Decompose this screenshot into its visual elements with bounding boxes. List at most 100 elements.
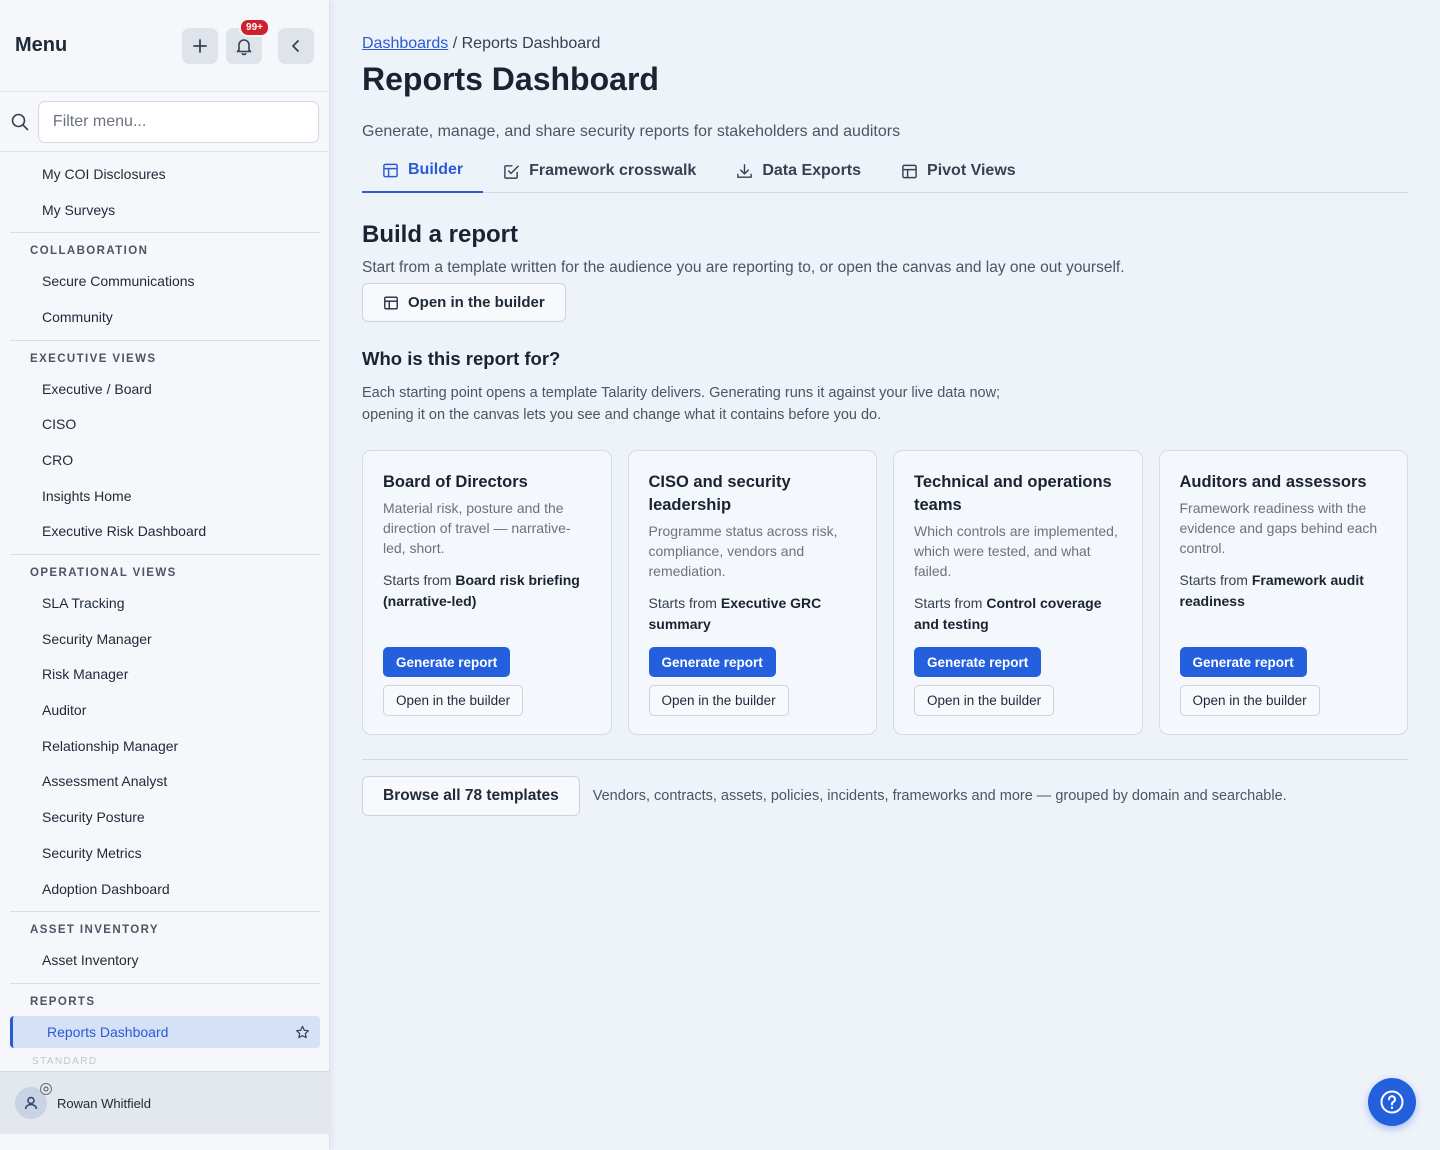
nav-section-standard: STANDARD: [32, 1056, 98, 1068]
tab-bar: Builder Framework crosswalk Data Exports…: [362, 149, 1408, 193]
download-icon: [737, 163, 753, 178]
card-actions: Generate report Open in the builder: [1179, 647, 1320, 716]
generate-report-button[interactable]: Generate report: [383, 647, 511, 677]
starts-from-label: Starts from: [383, 572, 456, 588]
nav-section-asset-inventory: ASSET INVENTORY: [10, 911, 320, 942]
collapse-sidebar-button[interactable]: [278, 27, 314, 64]
starts-from-label: Starts from: [914, 595, 987, 611]
card-description: Material risk, posture and the direction…: [383, 500, 571, 556]
card-starting-template: Starts from Board risk briefing (narrati…: [383, 570, 591, 612]
sidebar-item-insights-home[interactable]: Insights Home: [0, 478, 330, 514]
sidebar-item-auditor[interactable]: Auditor: [0, 692, 330, 728]
tab-pivot-views[interactable]: Pivot Views: [881, 149, 1036, 193]
audience-card-auditors: Auditors and assessors Framework readine…: [1158, 450, 1408, 735]
card-starting-template: Starts from Executive GRC summary: [649, 593, 857, 635]
sidebar: Menu 99+ My COI Disclosures My Surveys C…: [0, 0, 330, 1150]
add-button[interactable]: [182, 27, 218, 64]
card-description: Framework readiness with the evidence an…: [1179, 500, 1378, 556]
breadcrumb-separator: /: [448, 35, 462, 52]
sidebar-item-executive-risk-dashboard[interactable]: Executive Risk Dashboard: [0, 514, 330, 550]
tab-data-exports[interactable]: Data Exports: [716, 149, 881, 193]
sidebar-item-security-metrics[interactable]: Security Metrics: [0, 835, 330, 871]
sidebar-item-reports-dashboard[interactable]: Reports Dashboard: [10, 1016, 320, 1049]
audience-title: Who is this report for?: [362, 348, 561, 369]
card-title: Technical and operations teams: [914, 473, 1112, 514]
card-actions: Generate report Open in the builder: [914, 647, 1055, 716]
checkbox-edit-icon: [504, 164, 519, 179]
open-in-builder-button[interactable]: Open in the builder: [914, 685, 1055, 716]
sidebar-actions: 99+: [182, 17, 314, 64]
open-builder-button[interactable]: Open in the builder: [362, 283, 566, 322]
generate-report-button[interactable]: Generate report: [1179, 647, 1307, 677]
card-description: Programme status across risk, compliance…: [648, 523, 838, 579]
filter-menu-input[interactable]: [37, 100, 319, 143]
tab-builder[interactable]: Builder: [362, 149, 484, 193]
bell-icon: [236, 38, 252, 55]
chevron-left-icon: [292, 39, 299, 52]
build-report-description: Start from a template written for the au…: [362, 259, 1125, 276]
browse-templates-button[interactable]: Browse all 78 templates: [362, 776, 580, 816]
user-profile[interactable]: Rowan Whitfield: [0, 1071, 330, 1134]
audience-card-technical: Technical and operations teams Which con…: [893, 450, 1143, 735]
layout-icon: [384, 296, 398, 309]
sidebar-header: Menu 99+: [0, 0, 329, 92]
sidebar-item-my-coi-disclosures[interactable]: My COI Disclosures: [0, 156, 330, 192]
sidebar-item-executive-board[interactable]: Executive / Board: [0, 371, 330, 407]
open-in-builder-button[interactable]: Open in the builder: [1179, 685, 1320, 716]
avatar: [15, 1083, 52, 1119]
page-title: Reports Dashboard: [362, 61, 659, 97]
audience-cards: Board of Directors Material risk, postur…: [362, 450, 1408, 735]
sidebar-item-cro[interactable]: CRO: [0, 442, 330, 478]
settings-icon: [40, 1083, 52, 1095]
card-actions: Generate report Open in the builder: [648, 647, 789, 716]
sidebar-title: Menu: [15, 34, 68, 56]
page-subtitle: Generate, manage, and share security rep…: [362, 123, 901, 140]
audience-description: Each starting point opens a template Tal…: [362, 382, 1062, 426]
browse-templates-description: Vendors, contracts, assets, policies, in…: [592, 788, 1287, 804]
card-starting-template: Starts from Framework audit readiness: [1180, 570, 1388, 612]
nav-section-reports: REPORTS: [10, 983, 320, 1014]
starts-from-label: Starts from: [1179, 572, 1252, 588]
sidebar-item-security-manager[interactable]: Security Manager: [0, 621, 330, 657]
audience-card-ciso: CISO and security leadership Programme s…: [627, 450, 877, 735]
nav-section-collaboration: COLLABORATION: [10, 232, 320, 263]
tab-framework-crosswalk[interactable]: Framework crosswalk: [483, 149, 716, 193]
nav-section-executive-views: EXECUTIVE VIEWS: [10, 339, 320, 371]
sidebar-item-community[interactable]: Community: [0, 299, 330, 335]
breadcrumb-dashboards-link[interactable]: Dashboards: [362, 35, 448, 52]
notifications-button[interactable]: 99+: [226, 17, 270, 64]
notification-badge: 99+: [239, 17, 270, 37]
open-in-builder-button[interactable]: Open in the builder: [383, 685, 524, 716]
sidebar-nav: My COI Disclosures My Surveys COLLABORAT…: [0, 153, 330, 1071]
search-icon: [10, 113, 30, 131]
starts-from-label: Starts from: [648, 595, 721, 611]
plus-icon: [193, 38, 207, 53]
star-icon[interactable]: [295, 1025, 310, 1040]
tab-label: Builder: [408, 161, 464, 178]
sidebar-item-risk-manager[interactable]: Risk Manager: [0, 657, 330, 693]
generate-report-button[interactable]: Generate report: [914, 647, 1042, 677]
sidebar-item-ciso[interactable]: CISO: [0, 406, 330, 442]
generate-report-button[interactable]: Generate report: [648, 647, 776, 677]
sidebar-item-adoption-dashboard[interactable]: Adoption Dashboard: [0, 871, 330, 907]
help-button[interactable]: [1368, 1078, 1416, 1126]
card-title: CISO and security leadership: [648, 473, 791, 514]
sidebar-item-security-posture[interactable]: Security Posture: [0, 799, 330, 835]
table-icon: [902, 164, 917, 178]
main-content: Dashboards / Reports Dashboard Reports D…: [362, 0, 1408, 816]
user-icon: [24, 1096, 38, 1110]
audience-description-line-2: opening it on the canvas lets you see an…: [362, 407, 882, 423]
card-starting-template: Starts from Control coverage and testing: [914, 593, 1122, 635]
sidebar-filter: [0, 92, 329, 152]
sidebar-item-sla-tracking[interactable]: SLA Tracking: [0, 585, 330, 621]
open-in-builder-button[interactable]: Open in the builder: [648, 685, 789, 716]
sidebar-item-relationship-manager[interactable]: Relationship Manager: [0, 728, 330, 764]
sidebar-item-assessment-analyst[interactable]: Assessment Analyst: [0, 764, 330, 800]
sidebar-item-asset-inventory[interactable]: Asset Inventory: [0, 942, 330, 978]
browse-templates-row: Browse all 78 templates Vendors, contrac…: [362, 776, 1408, 816]
tab-label: Framework crosswalk: [529, 162, 697, 179]
sidebar-item-my-surveys[interactable]: My Surveys: [0, 192, 330, 228]
open-builder-label: Open in the builder: [408, 294, 545, 311]
card-actions: Generate report Open in the builder: [383, 647, 524, 716]
sidebar-item-secure-communications[interactable]: Secure Communications: [0, 263, 330, 299]
